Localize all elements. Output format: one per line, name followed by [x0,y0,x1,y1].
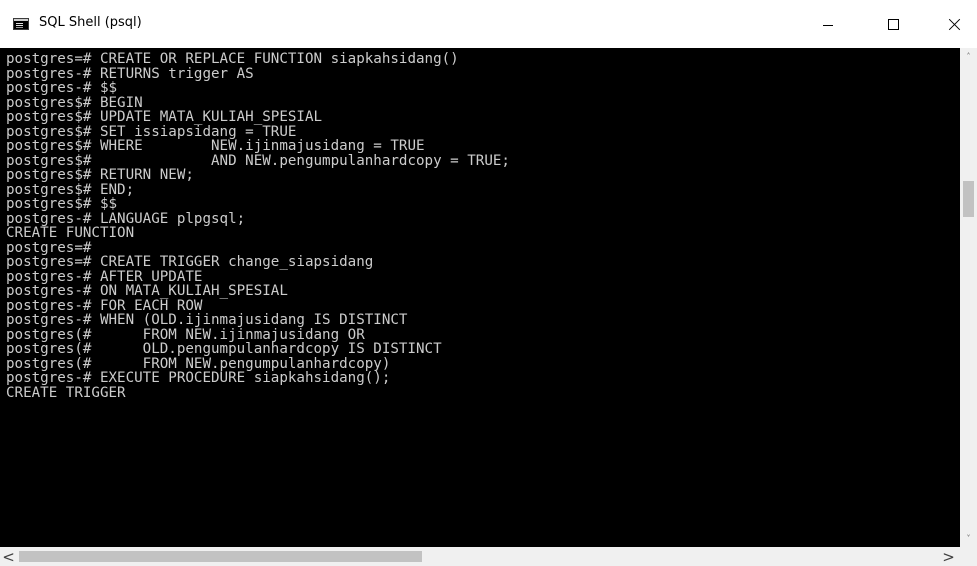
console-output[interactable]: postgres=# CREATE OR REPLACE FUNCTION si… [0,48,960,547]
maximize-icon [888,18,899,30]
console-lines: postgres=# CREATE OR REPLACE FUNCTION si… [6,52,510,400]
console-line: postgres(# OLD.pengumpulanhardcopy IS DI… [6,341,442,357]
window-title: SQL Shell (psql) [39,15,142,30]
console-line: postgres$# BEGIN [6,94,143,111]
console-line: CREATE FUNCTION [6,225,135,241]
console-line: CREATE TRIGGER [6,384,126,401]
scroll-up-arrow-icon[interactable]: ˄ [960,48,977,65]
vertical-scroll-thumb[interactable] [963,181,974,217]
console-line: postgres$# END; [6,181,135,198]
console-line: postgres(# FROM NEW.pengumpulanhardcopy) [6,355,391,372]
console-line: postgres-# RETURNS trigger AS [6,65,254,82]
scroll-right-arrow-icon[interactable]: > [940,547,957,566]
console-line: postgres(# FROM NEW.ijinmajusidang OR [6,326,365,343]
horizontal-scrollbar[interactable]: < > [0,547,960,566]
console-line: postgres$# RETURN NEW; [6,167,194,183]
sql-shell-window: SQL Shell (psql) postgres=# CREATE OR RE… [0,0,977,566]
console-line: postgres$# $$ [6,196,118,212]
horizontal-scroll-thumb[interactable] [19,551,422,562]
maximize-button[interactable] [871,0,916,48]
console-line: postgres-# AFTER UPDATE [6,268,203,285]
console-line: postgres$# WHERE NEW.ijinmajusidang = TR… [6,138,425,154]
minimize-button[interactable] [805,0,850,48]
console-line: postgres$# AND NEW.pengumpulanhardcopy =… [6,152,510,169]
console-line: postgres-# EXECUTE PROCEDURE siapkahsida… [6,370,391,386]
scroll-left-arrow-icon[interactable]: < [0,547,17,566]
console-line: postgres-# FOR EACH ROW [6,297,203,314]
console-line: postgres$# UPDATE MATA_KULIAH_SPESIAL [6,109,323,125]
console-line: postgres-# LANGUAGE plpgsql; [6,210,246,227]
minimize-icon [822,24,833,26]
console-line: postgres=# [6,239,92,256]
scrollbar-corner [960,547,977,566]
scroll-down-arrow-icon[interactable]: ˅ [960,530,977,547]
vertical-scrollbar[interactable]: ˄ ˅ [960,48,977,547]
console-line: postgres=# CREATE TRIGGER change_siapsid… [6,254,374,270]
console-line: postgres-# ON MATA_KULIAH_SPESIAL [6,283,288,299]
console-line: postgres$# SET issiapsidang = TRUE [6,123,297,140]
console-line: postgres-# $$ [6,80,118,96]
console-icon[interactable] [13,18,29,30]
close-button[interactable] [932,0,977,48]
console-line: postgres=# CREATE OR REPLACE FUNCTION si… [6,51,459,67]
title-bar[interactable]: SQL Shell (psql) [0,0,977,48]
console-line: postgres-# WHEN (OLD.ijinmajusidang IS D… [6,312,408,328]
close-icon [948,18,961,31]
